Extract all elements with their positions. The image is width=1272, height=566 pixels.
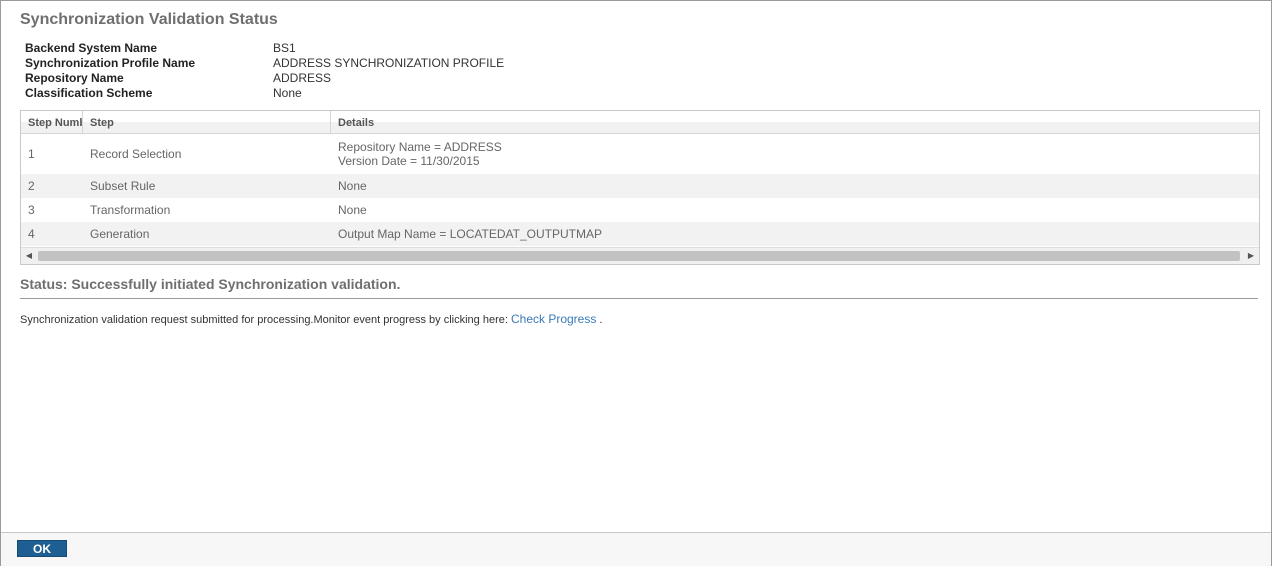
info-label: Backend System Name [25, 41, 158, 55]
cell-step: Record Selection [90, 147, 182, 161]
steps-table: Step Number Step Details 1 Record Select… [20, 110, 1260, 265]
cell-details: Repository Name = ADDRESS Version Date =… [338, 140, 502, 168]
info-value: ADDRESS SYNCHRONIZATION PROFILE [273, 56, 505, 70]
divider [20, 298, 1258, 299]
column-header-step[interactable]: Step [83, 111, 331, 133]
info-value: None [273, 86, 302, 100]
info-row-repository: Repository Name ADDRESS [25, 71, 504, 86]
info-value: BS1 [273, 41, 296, 55]
column-header-step-number[interactable]: Step Number [21, 111, 83, 133]
sync-validation-dialog: Synchronization Validation Status Backen… [0, 0, 1272, 566]
table-row[interactable]: 2 Subset Rule None [21, 174, 1259, 198]
info-section: Backend System Name BS1 Synchronization … [25, 41, 504, 101]
info-label: Repository Name [25, 71, 124, 85]
check-progress-link[interactable]: Check Progress [511, 312, 596, 326]
message-text: Synchronization validation request submi… [20, 314, 508, 326]
info-label: Synchronization Profile Name [25, 56, 196, 70]
table-header: Step Number Step Details [21, 111, 1259, 134]
cell-step: Transformation [90, 203, 171, 217]
table-row[interactable]: 1 Record Selection Repository Name = ADD… [21, 134, 1259, 174]
column-header-details[interactable]: Details [331, 111, 1259, 133]
table-row[interactable]: 4 Generation Output Map Name = LOCATEDAT… [21, 222, 1259, 246]
dialog-title: Synchronization Validation Status [20, 11, 278, 28]
info-value: ADDRESS [273, 71, 332, 85]
cell-step: Generation [90, 227, 150, 241]
scroll-left-icon[interactable]: ◀ [21, 248, 37, 264]
cell-step-number: 4 [28, 227, 35, 241]
info-row-classification: Classification Scheme None [25, 86, 504, 101]
info-label: Classification Scheme [25, 86, 153, 100]
dialog-footer: OK [1, 532, 1271, 566]
ok-button[interactable]: OK [17, 540, 67, 557]
cell-details: Output Map Name = LOCATEDAT_OUTPUTMAP [338, 227, 602, 241]
table-row[interactable]: 3 Transformation None [21, 198, 1259, 222]
message-suffix: . [599, 314, 603, 326]
status-text: Status: Successfully initiated Synchroni… [20, 276, 401, 292]
scroll-right-icon[interactable]: ▶ [1243, 248, 1259, 264]
info-row-profile: Synchronization Profile Name ADDRESS SYN… [25, 56, 504, 71]
cell-step-number: 3 [28, 203, 35, 217]
cell-details: None [338, 179, 367, 193]
info-row-backend: Backend System Name BS1 [25, 41, 504, 56]
cell-step-number: 1 [28, 147, 35, 161]
scrollbar-thumb[interactable] [38, 251, 1240, 261]
cell-details: None [338, 203, 367, 217]
cell-step-number: 2 [28, 179, 35, 193]
status-message: Synchronization validation request submi… [20, 312, 602, 326]
cell-step: Subset Rule [90, 179, 156, 193]
horizontal-scrollbar[interactable]: ◀ ▶ [21, 247, 1259, 264]
